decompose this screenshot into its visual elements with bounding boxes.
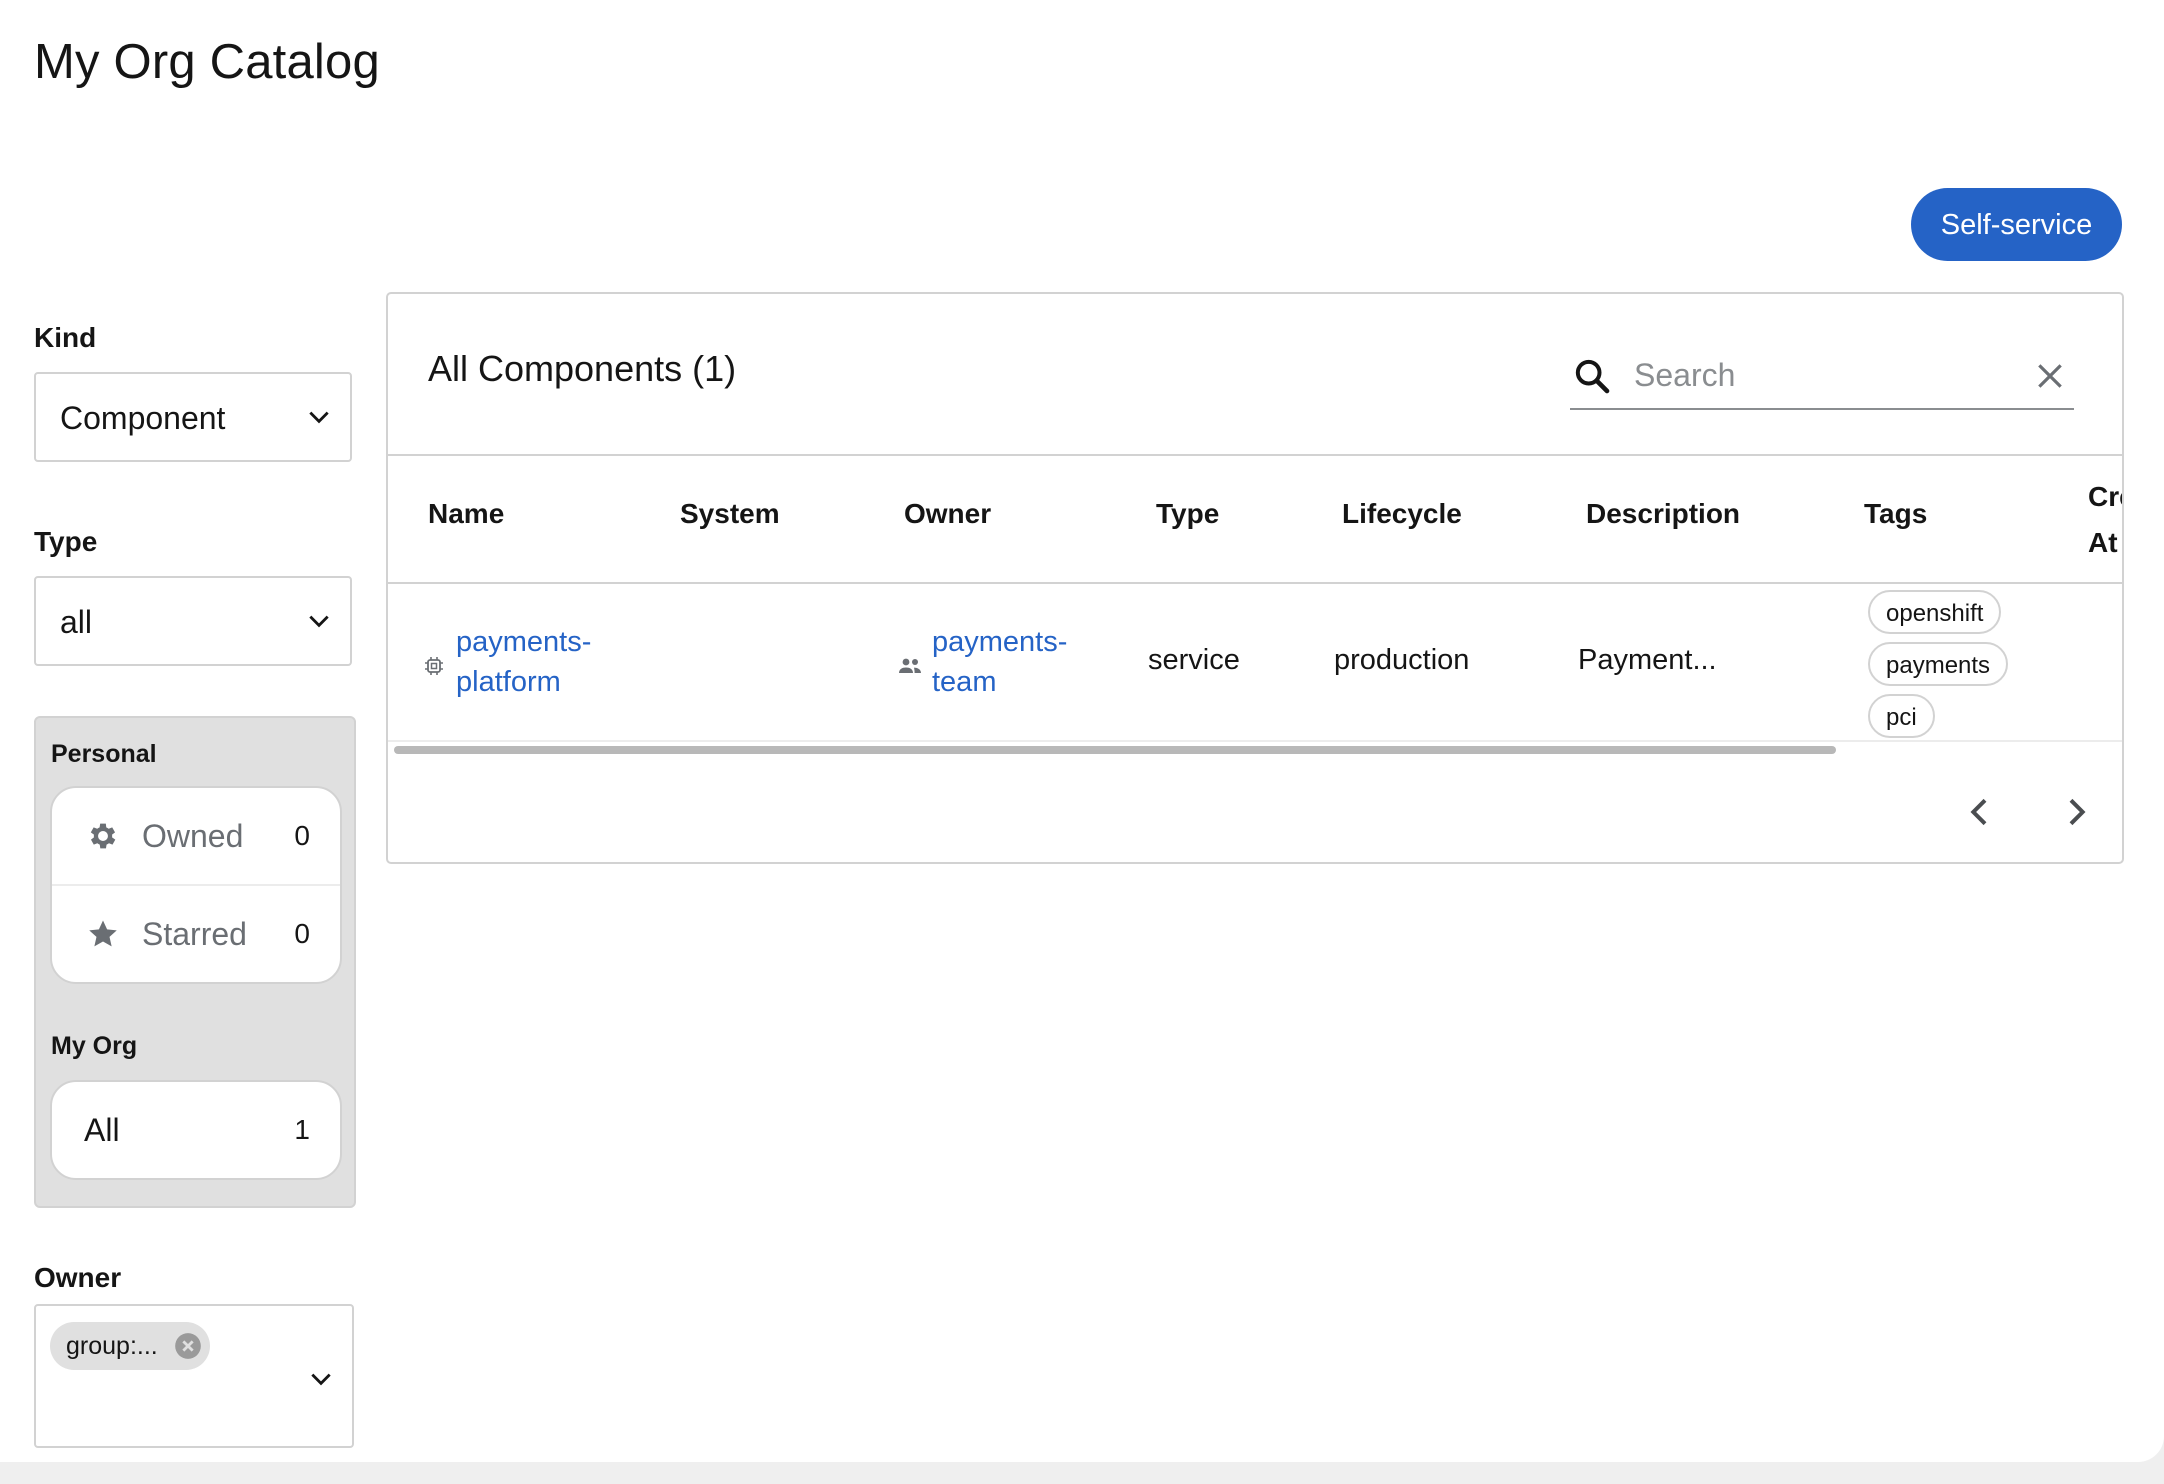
owner-chip-label: group:... [66,1332,158,1360]
filter-owned-label: Owned [142,817,244,854]
gear-icon [90,823,116,849]
column-header-tags[interactable]: Tags [1864,498,1927,530]
table-title: All Components (1) [428,348,737,389]
remove-chip-icon[interactable] [174,1332,202,1360]
cell-description: Payment... [1578,644,1717,676]
filter-starred-count: 0 [294,918,310,949]
my-org-group-card: All 1 [50,1080,342,1180]
kind-filter-label: Kind [34,322,97,353]
filter-starred-label: Starred [142,915,247,952]
search-input[interactable] [1632,352,2016,398]
type-select[interactable]: all [34,576,352,666]
personal-group-card: Owned 0 Starred 0 [50,786,342,984]
owner-select[interactable]: group:... [34,1304,354,1448]
filter-all[interactable]: All 1 [52,1082,340,1178]
filter-all-count: 1 [294,1114,310,1145]
table-row: payments- platform payments- team servic… [388,584,2122,742]
component-name-line1: payments- [456,626,592,658]
owner-name-line1: payments- [932,626,1068,658]
filter-starred[interactable]: Starred 0 [52,884,340,982]
star-icon [89,920,117,947]
personal-group-label: Personal [51,740,157,768]
user-list-picker: Personal Owned 0 Starred 0 My Org All 1 [34,716,356,1208]
tag-chip: payments [1868,642,2009,686]
owner-name-line2: team [932,666,997,698]
type-select-value: all [60,604,93,640]
tag-chip: openshift [1868,590,2002,634]
filter-owned-count: 0 [294,820,310,851]
chevron-down-icon [309,411,329,424]
type-filter-label: Type [34,526,98,557]
column-header-system[interactable]: System [680,498,780,530]
chevron-down-icon [311,1373,331,1386]
column-header-owner[interactable]: Owner [904,498,991,530]
component-name-line2: platform [456,666,561,698]
kind-select[interactable]: Component [34,372,352,462]
search-icon [1575,359,1610,394]
kind-select-value: Component [60,400,226,436]
catalog-page: My Org Catalog Self-service Kind Compone… [0,0,2164,1462]
next-page-icon[interactable] [2056,792,2096,832]
owner-chip: group:... [50,1322,210,1370]
table-header: Name System Owner Type Lifecycle Descrip… [388,454,2122,584]
column-header-created-at[interactable]: Created At [2088,474,2122,566]
cell-type: service [1148,644,1240,676]
tag-chip: pci [1868,694,1935,738]
chevron-down-icon [309,615,329,628]
self-service-button[interactable]: Self-service [1911,188,2122,261]
column-header-type[interactable]: Type [1156,498,1219,530]
column-header-lifecycle[interactable]: Lifecycle [1342,498,1462,530]
previous-page-icon[interactable] [1960,792,2000,832]
components-table-card: All Components (1) Name System Owner Typ… [386,292,2124,864]
owner-filter-label: Owner [34,1262,122,1293]
column-header-name[interactable]: Name [428,498,504,530]
cell-lifecycle: production [1334,644,1470,676]
horizontal-scrollbar[interactable] [394,746,1836,754]
owner-link[interactable]: payments- team [932,622,1067,702]
clear-search-icon[interactable] [2034,360,2066,392]
column-header-description[interactable]: Description [1586,498,1740,530]
page-title: My Org Catalog [34,35,380,89]
search-field [1570,346,2074,410]
my-org-group-label: My Org [51,1032,138,1060]
filter-all-label: All [84,1111,120,1148]
group-icon [899,658,921,673]
component-icon [425,657,443,675]
component-name-link[interactable]: payments- platform [456,622,591,702]
filter-owned[interactable]: Owned 0 [52,788,340,884]
